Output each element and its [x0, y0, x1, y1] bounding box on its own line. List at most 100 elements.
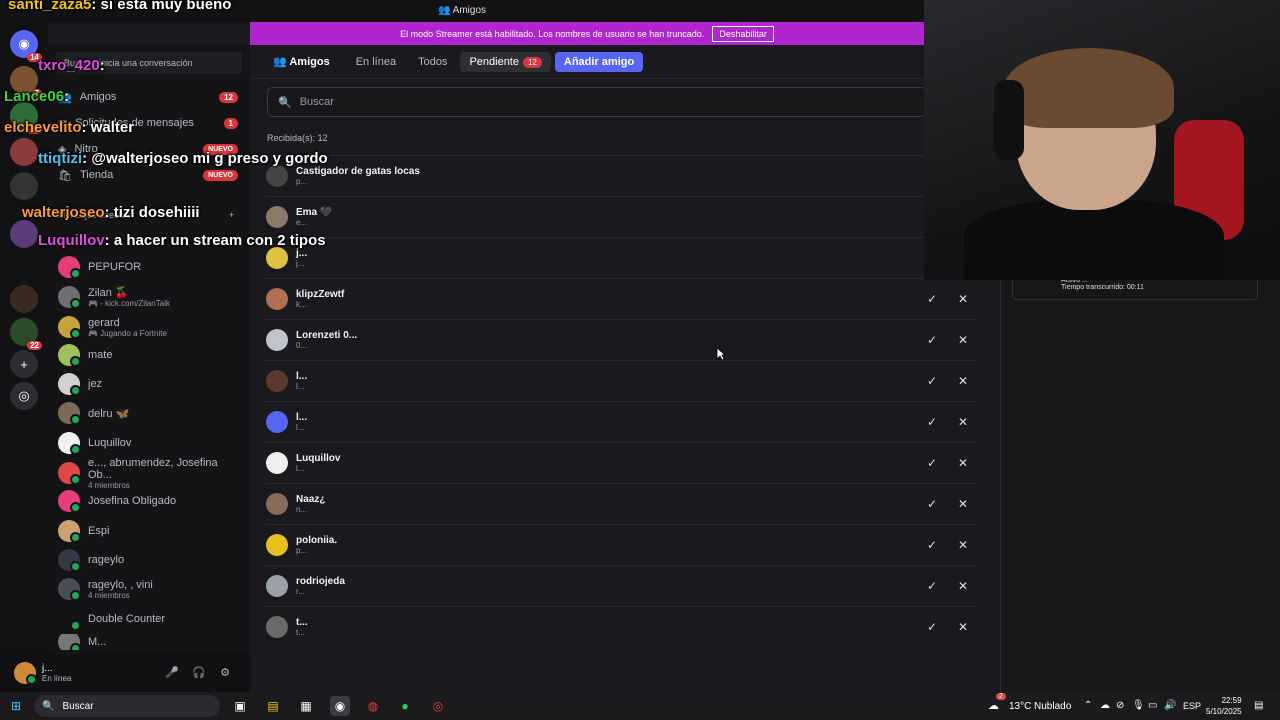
discord-icon[interactable]: ◉ — [330, 696, 350, 716]
file-explorer-icon[interactable]: ▤ — [263, 696, 283, 716]
close-icon[interactable]: ✕ — [952, 288, 974, 310]
display-icon[interactable]: ▭ — [1148, 700, 1157, 711]
mic-icon[interactable]: 🎙 — [1132, 700, 1145, 711]
request-row[interactable]: klipzZewtf k... ✓ ✕ — [266, 278, 976, 319]
chat-message: walterjoseo: tizi dosehiiii — [22, 204, 200, 221]
dm-item[interactable]: Double Counter — [58, 606, 244, 632]
accept-icon[interactable]: ✓ — [921, 329, 943, 351]
accept-icon[interactable]: ✓ — [921, 616, 943, 638]
spotify-icon[interactable]: ● — [395, 696, 415, 716]
disable-streamer-button[interactable]: Deshabilitar — [712, 25, 774, 42]
close-icon[interactable]: ✕ — [952, 411, 974, 433]
avatar — [58, 373, 81, 396]
request-row[interactable]: rodriojeda r... ✓ ✕ — [266, 565, 976, 606]
close-icon[interactable]: ✕ — [952, 575, 974, 597]
speaker-icon[interactable]: 🔊 — [1164, 700, 1176, 711]
clock[interactable]: 22:59 5/10/2025 — [1206, 695, 1242, 717]
request-row[interactable]: Luquillov l... ✓ ✕ — [266, 442, 976, 483]
network-off-icon[interactable]: ⊘ — [1116, 700, 1124, 711]
chat-message: santi_zaza5: si esta muy bueno — [8, 0, 232, 13]
dm-item[interactable]: M... — [58, 634, 244, 650]
gear-icon[interactable]: ⚙ — [218, 666, 232, 680]
tab-all[interactable]: Todos — [409, 52, 456, 72]
dm-item[interactable]: rageylo — [58, 547, 244, 573]
plus-icon[interactable]: + — [229, 210, 234, 220]
accept-icon[interactable]: ✓ — [921, 534, 943, 556]
chrome-icon[interactable]: ◍ — [363, 696, 383, 716]
store-icon[interactable]: ▦ — [296, 696, 316, 716]
accept-icon[interactable]: ✓ — [921, 288, 943, 310]
request-row[interactable]: Castigador de gatas locas p... — [266, 155, 976, 196]
avatar — [266, 534, 288, 556]
server-icon[interactable] — [10, 220, 38, 248]
accept-icon[interactable]: ✓ — [921, 370, 943, 392]
chat-message: Lance06: — [4, 88, 70, 105]
server-icon[interactable] — [10, 138, 38, 166]
server-icon[interactable]: 22 — [10, 318, 42, 350]
request-row[interactable]: l... l... ✓ ✕ — [266, 360, 976, 401]
avatar — [58, 608, 81, 631]
notification-icon[interactable]: ▤ — [1254, 700, 1263, 711]
close-icon[interactable]: ✕ — [952, 493, 974, 515]
dm-item[interactable]: PEPUFOR — [58, 254, 244, 280]
windows-start-icon[interactable]: ⊞ — [6, 696, 26, 716]
cloud-icon[interactable]: ☁ — [1100, 700, 1110, 711]
add-friend-button[interactable]: Añadir amigo — [554, 51, 644, 72]
obs-icon[interactable]: ◎ — [428, 696, 448, 716]
dm-item[interactable]: gerard 🎮 Jugando a Fortnite — [58, 314, 244, 340]
close-icon[interactable]: ✕ — [952, 370, 974, 392]
add-server-button[interactable]: + — [10, 350, 38, 378]
request-row[interactable]: poloniia. p... ✓ ✕ — [266, 524, 976, 565]
avatar — [266, 493, 288, 515]
dm-item[interactable]: Zilan 🍒 🎮 - kick.com/ZilanTalk — [58, 284, 244, 310]
dm-item[interactable]: Luquillov — [58, 430, 244, 456]
tab-online[interactable]: En línea — [347, 52, 405, 72]
server-icon[interactable] — [10, 285, 38, 313]
close-icon[interactable]: ✕ — [952, 534, 974, 556]
explore-button[interactable]: ◎ — [10, 382, 38, 410]
dm-item[interactable]: mate — [58, 342, 244, 368]
dm-item[interactable]: delru 🦋 — [58, 400, 244, 426]
avatar — [266, 247, 288, 269]
dm-item[interactable]: rageylo, , vini 4 miembros — [58, 576, 244, 602]
avatar — [266, 616, 288, 638]
accept-icon[interactable]: ✓ — [921, 575, 943, 597]
close-icon[interactable]: ✕ — [952, 329, 974, 351]
taskbar-search[interactable]: 🔍 Buscar — [34, 695, 220, 717]
request-row[interactable]: j... j... — [266, 237, 976, 278]
dm-item[interactable]: jez — [58, 371, 244, 397]
friends-tabs: 👥 Amigos En línea Todos Pendiente 12 Añad… — [250, 45, 1000, 79]
friends-icon: 👥 — [273, 56, 290, 68]
avatar[interactable] — [14, 662, 37, 685]
avatar — [58, 490, 81, 513]
server-icon[interactable] — [10, 172, 38, 200]
request-row[interactable]: Naaz¿ n... ✓ ✕ — [266, 483, 976, 524]
accept-icon[interactable]: ✓ — [921, 411, 943, 433]
request-row[interactable]: Ema 🖤 e... — [266, 196, 976, 237]
request-row[interactable]: t... t... ✓ ✕ — [266, 606, 976, 647]
mute-icon[interactable]: 🎤 — [165, 666, 179, 680]
search-icon: 🔍 — [42, 700, 55, 712]
close-icon[interactable]: ✕ — [952, 452, 974, 474]
accept-icon[interactable]: ✓ — [921, 493, 943, 515]
avatar — [58, 634, 81, 650]
mouse-cursor-icon — [716, 347, 726, 361]
accept-icon[interactable]: ✓ — [921, 452, 943, 474]
request-row[interactable]: l... l... ✓ ✕ — [266, 401, 976, 442]
avatar — [58, 462, 81, 485]
nav-friends[interactable]: 👥 Amigos 12 — [58, 84, 244, 110]
weather-badge: 2 — [996, 693, 1006, 700]
dm-item[interactable]: e..., abrumendez, Josefina Ob... 4 miembr… — [58, 457, 244, 490]
friends-search-input[interactable]: 🔍 Buscar — [267, 87, 927, 117]
chevron-up-icon[interactable]: ⌃ — [1084, 700, 1092, 711]
close-icon[interactable]: ✕ — [952, 616, 974, 638]
home-button[interactable]: ◉ 14 — [10, 30, 42, 62]
task-view-icon[interactable]: ▣ — [230, 696, 250, 716]
avatar — [58, 432, 81, 455]
tab-pending[interactable]: Pendiente 12 — [460, 51, 551, 72]
dm-item[interactable]: Josefina Obligado — [58, 488, 244, 514]
request-row[interactable]: Lorenzeti 0... 0... ✓ ✕ — [266, 319, 976, 360]
headphones-icon[interactable]: 🎧 — [192, 666, 206, 680]
language-indicator[interactable]: ESP — [1183, 701, 1201, 711]
dm-item[interactable]: Espi — [58, 518, 244, 544]
